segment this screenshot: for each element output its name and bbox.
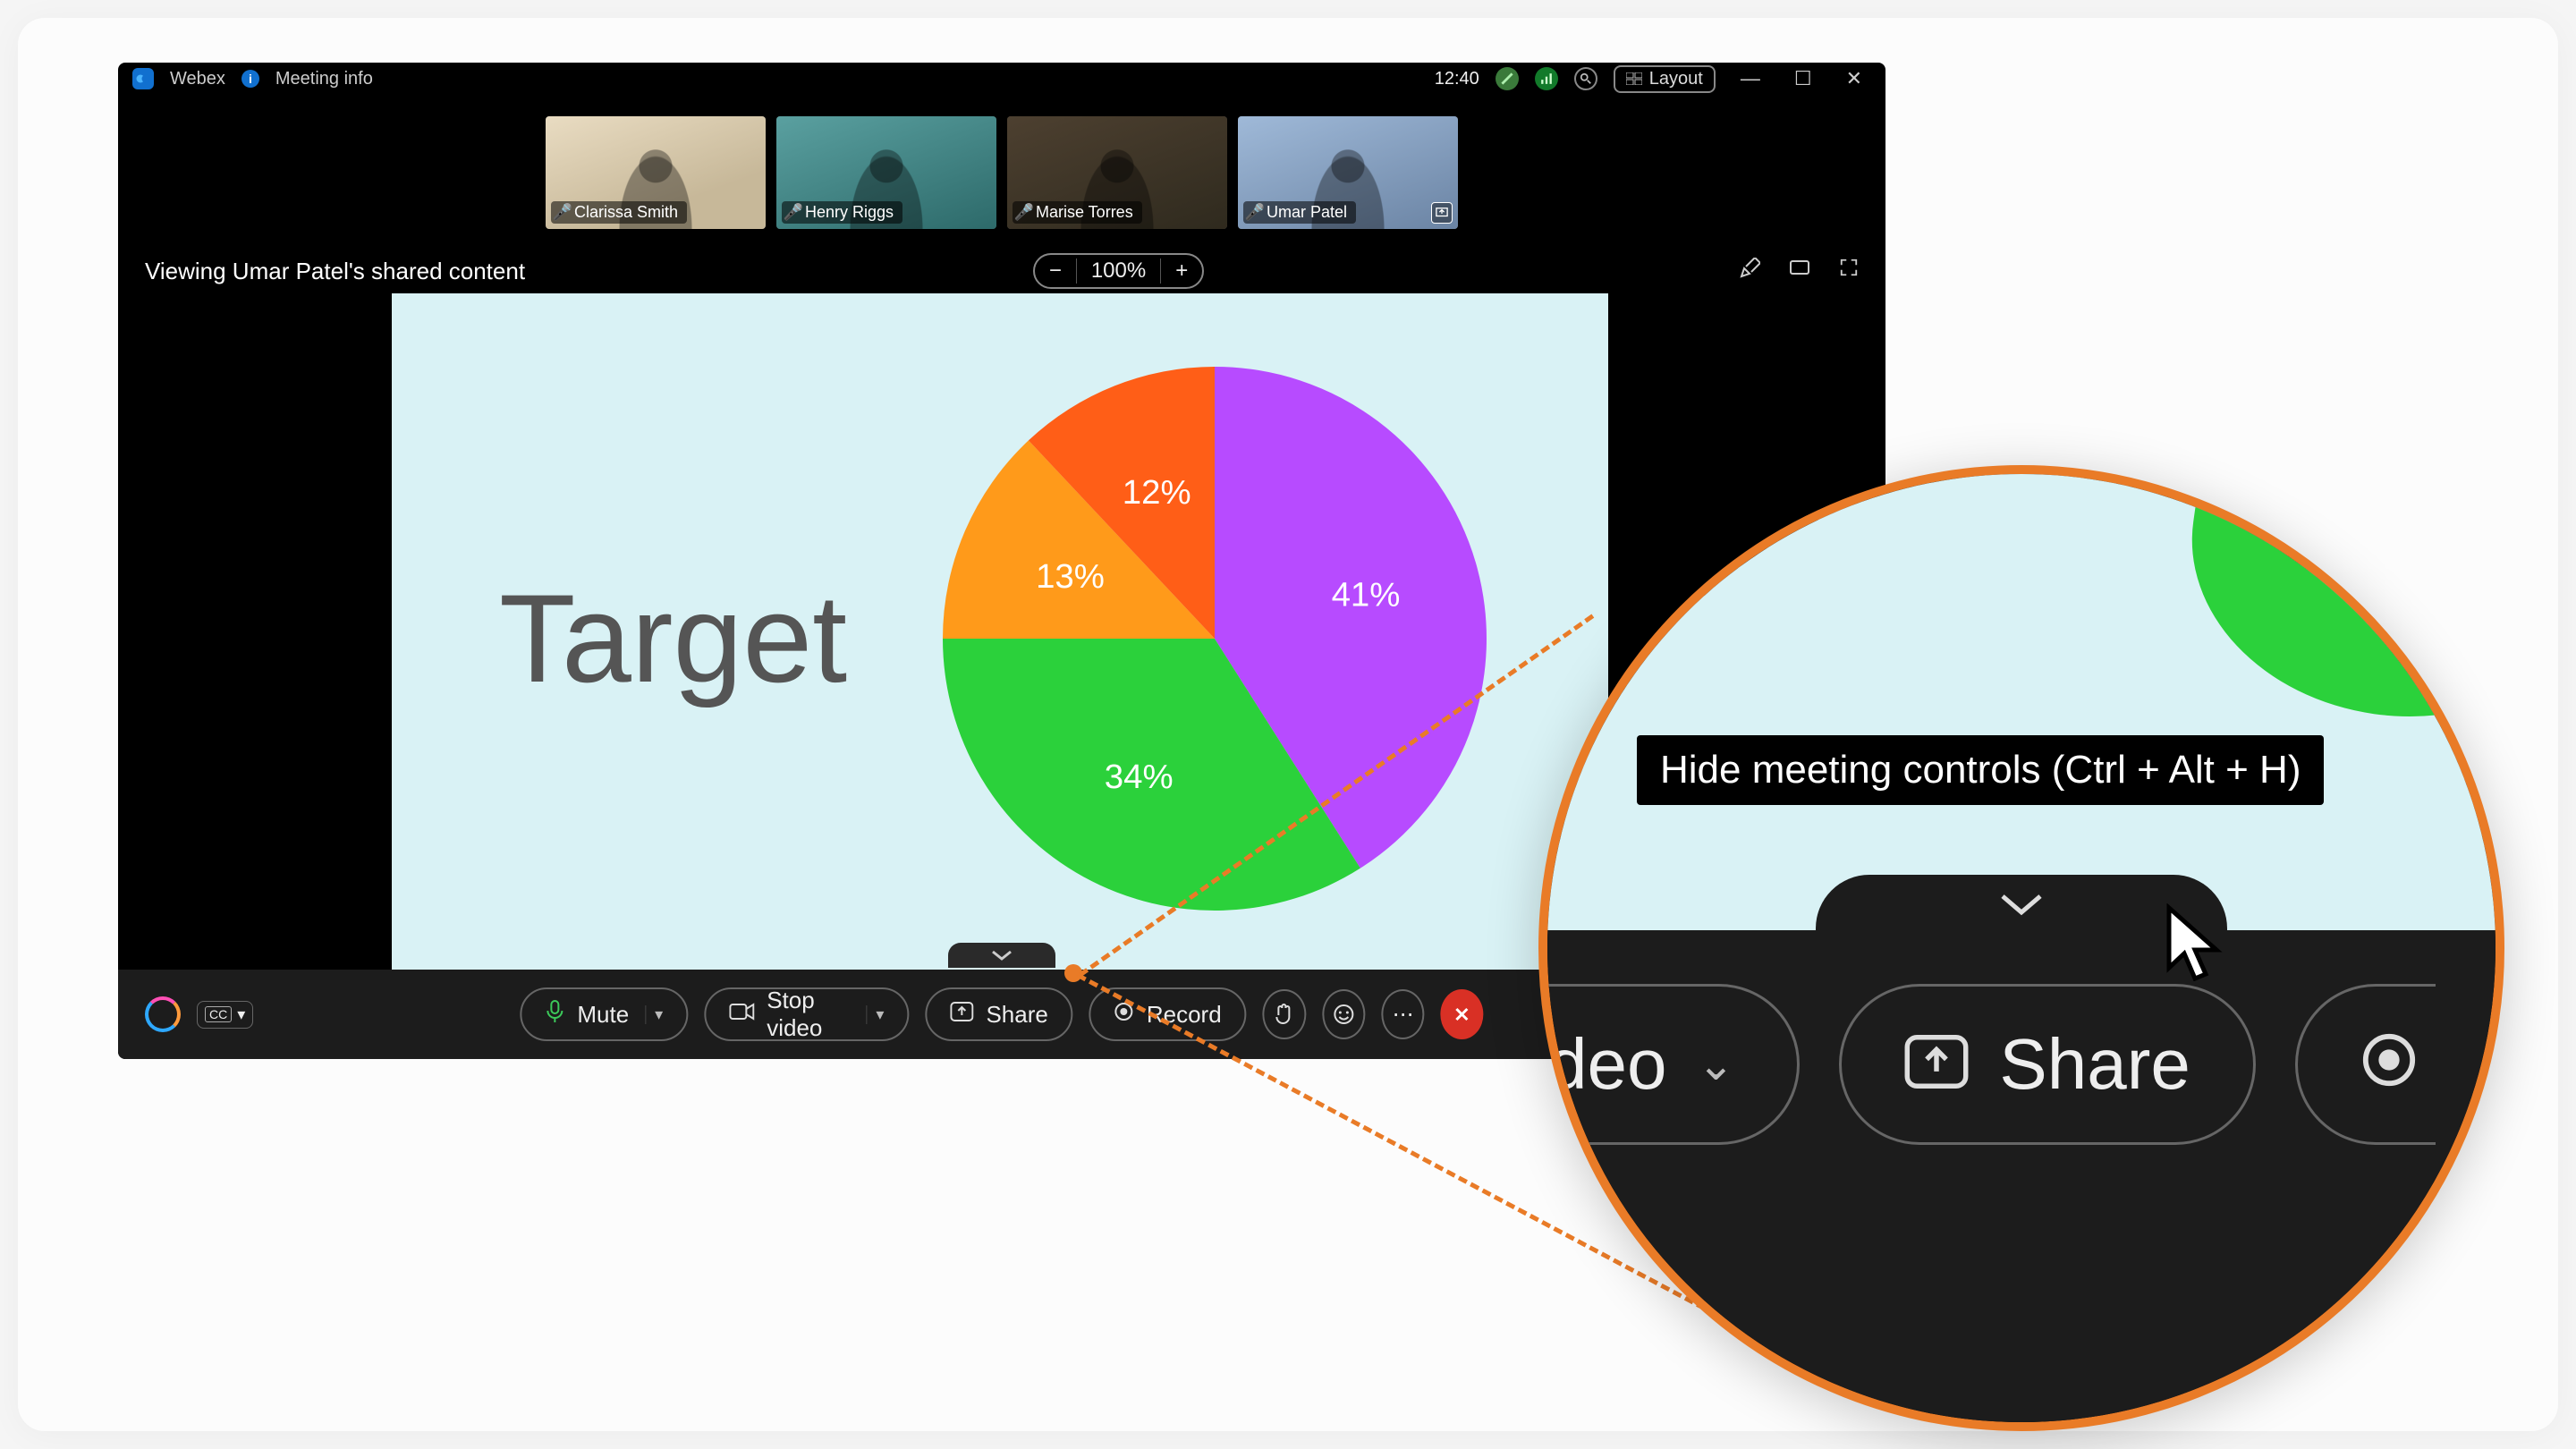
share-label: Share: [1999, 1023, 2190, 1106]
hide-controls-tooltip: Hide meeting controls (Ctrl + Alt + H): [1637, 735, 2324, 805]
participant-name: Henry Riggs: [805, 203, 894, 222]
participant-thumbnail[interactable]: 🎤 Umar Patel: [1238, 116, 1458, 229]
participant-thumbnail[interactable]: 🎤 Marise Torres: [1007, 116, 1227, 229]
annotate-icon[interactable]: [1739, 258, 1760, 284]
share-button[interactable]: Share: [925, 987, 1072, 1041]
reactions-button[interactable]: [1322, 989, 1365, 1039]
minimize-button[interactable]: —: [1732, 67, 1769, 90]
share-screen-icon: [950, 1002, 973, 1028]
cc-icon: CC: [205, 1006, 232, 1022]
hide-controls-tab[interactable]: [948, 943, 1055, 968]
layout-button[interactable]: Layout: [1614, 65, 1716, 93]
raise-hand-button[interactable]: [1263, 989, 1306, 1039]
chevron-down-icon[interactable]: ▾: [645, 1005, 663, 1024]
stop-video-label-partial: deo: [1547, 1023, 1666, 1106]
mic-muted-icon: 🎤: [1249, 207, 1261, 219]
titlebar: Webex i Meeting info 12:40 Layout: [118, 63, 1885, 95]
participant-name: Umar Patel: [1267, 203, 1347, 222]
end-call-button[interactable]: [1441, 989, 1484, 1039]
content-header: Viewing Umar Patel's shared content − 10…: [118, 250, 1885, 292]
mic-muted-icon: 🎤: [787, 207, 800, 219]
mic-muted-icon: 🎤: [1018, 207, 1030, 219]
record-icon: [2360, 1023, 2418, 1106]
network-status-icon[interactable]: [1496, 67, 1519, 90]
share-screen-icon: [1904, 1023, 1969, 1106]
participant-thumbnail[interactable]: 🎤 Henry Riggs: [776, 116, 996, 229]
stop-video-button[interactable]: Stop video ▾: [704, 987, 909, 1041]
pie-slice-label: 12%: [1123, 473, 1191, 512]
chart-title: Target: [499, 566, 847, 711]
camera-icon: [729, 1002, 754, 1028]
mute-label: Mute: [577, 1001, 629, 1029]
captions-button[interactable]: CC ▾: [197, 1001, 253, 1029]
microphone-icon: [545, 1000, 564, 1030]
more-options-button[interactable]: ⋯: [1381, 989, 1424, 1039]
search-icon[interactable]: [1574, 67, 1597, 90]
hide-controls-tab[interactable]: [1816, 875, 2227, 934]
ai-assistant-icon[interactable]: [145, 996, 181, 1032]
pie-slice-label: 34%: [1105, 758, 1174, 796]
pop-out-icon[interactable]: [1789, 258, 1810, 284]
pie-slice-label: 41%: [1332, 576, 1401, 614]
record-button[interactable]: [2295, 984, 2436, 1145]
signal-icon[interactable]: [1535, 67, 1558, 90]
info-icon[interactable]: i: [242, 70, 259, 88]
shared-content-area: Target 41% 34% 13% 12%: [392, 293, 1608, 984]
participant-name: Clarissa Smith: [574, 203, 678, 222]
webex-logo-icon: [132, 68, 154, 89]
share-button[interactable]: Share: [1839, 984, 2255, 1145]
zoom-in-button[interactable]: +: [1161, 258, 1202, 284]
pie-chart: 41% 34% 13% 12%: [928, 352, 1501, 925]
zoom-value: 100%: [1076, 258, 1161, 284]
pie-slice-label: 13%: [1036, 557, 1105, 596]
app-name: Webex: [170, 69, 225, 89]
maximize-button[interactable]: ☐: [1785, 67, 1821, 90]
stop-video-button[interactable]: deo ⌄: [1538, 984, 1800, 1145]
share-label: Share: [986, 1001, 1047, 1029]
participant-thumbnails: 🎤 Clarissa Smith 🎤 Henry Riggs 🎤 Marise Tor…: [546, 116, 1458, 229]
mic-icon: 🎤: [556, 207, 569, 219]
pie-slice-partial: [2170, 465, 2504, 742]
zoom-control: − 100% +: [1033, 253, 1204, 289]
chevron-down-icon[interactable]: ▾: [866, 1005, 884, 1024]
fullscreen-icon[interactable]: [1839, 258, 1859, 284]
sharing-indicator-icon: [1431, 202, 1453, 224]
close-window-button[interactable]: ✕: [1837, 67, 1871, 90]
mute-button[interactable]: Mute ▾: [520, 987, 688, 1041]
viewing-shared-content-label: Viewing Umar Patel's shared content: [145, 258, 525, 285]
zoom-out-button[interactable]: −: [1035, 258, 1076, 284]
record-label: Record: [1147, 1001, 1222, 1029]
participant-thumbnail[interactable]: 🎤 Clarissa Smith: [546, 116, 766, 229]
callout-magnifier: Hide meeting controls (Ctrl + Alt + H) d…: [1538, 465, 2504, 1431]
stop-video-label: Stop video: [767, 987, 850, 1042]
meeting-info-label[interactable]: Meeting info: [275, 69, 373, 89]
participant-name: Marise Torres: [1036, 203, 1133, 222]
chevron-down-icon[interactable]: ⌄: [1697, 1038, 1734, 1090]
chevron-down-icon: ▾: [237, 1005, 245, 1024]
meeting-time: 12:40: [1435, 69, 1479, 89]
layout-label: Layout: [1649, 69, 1703, 89]
